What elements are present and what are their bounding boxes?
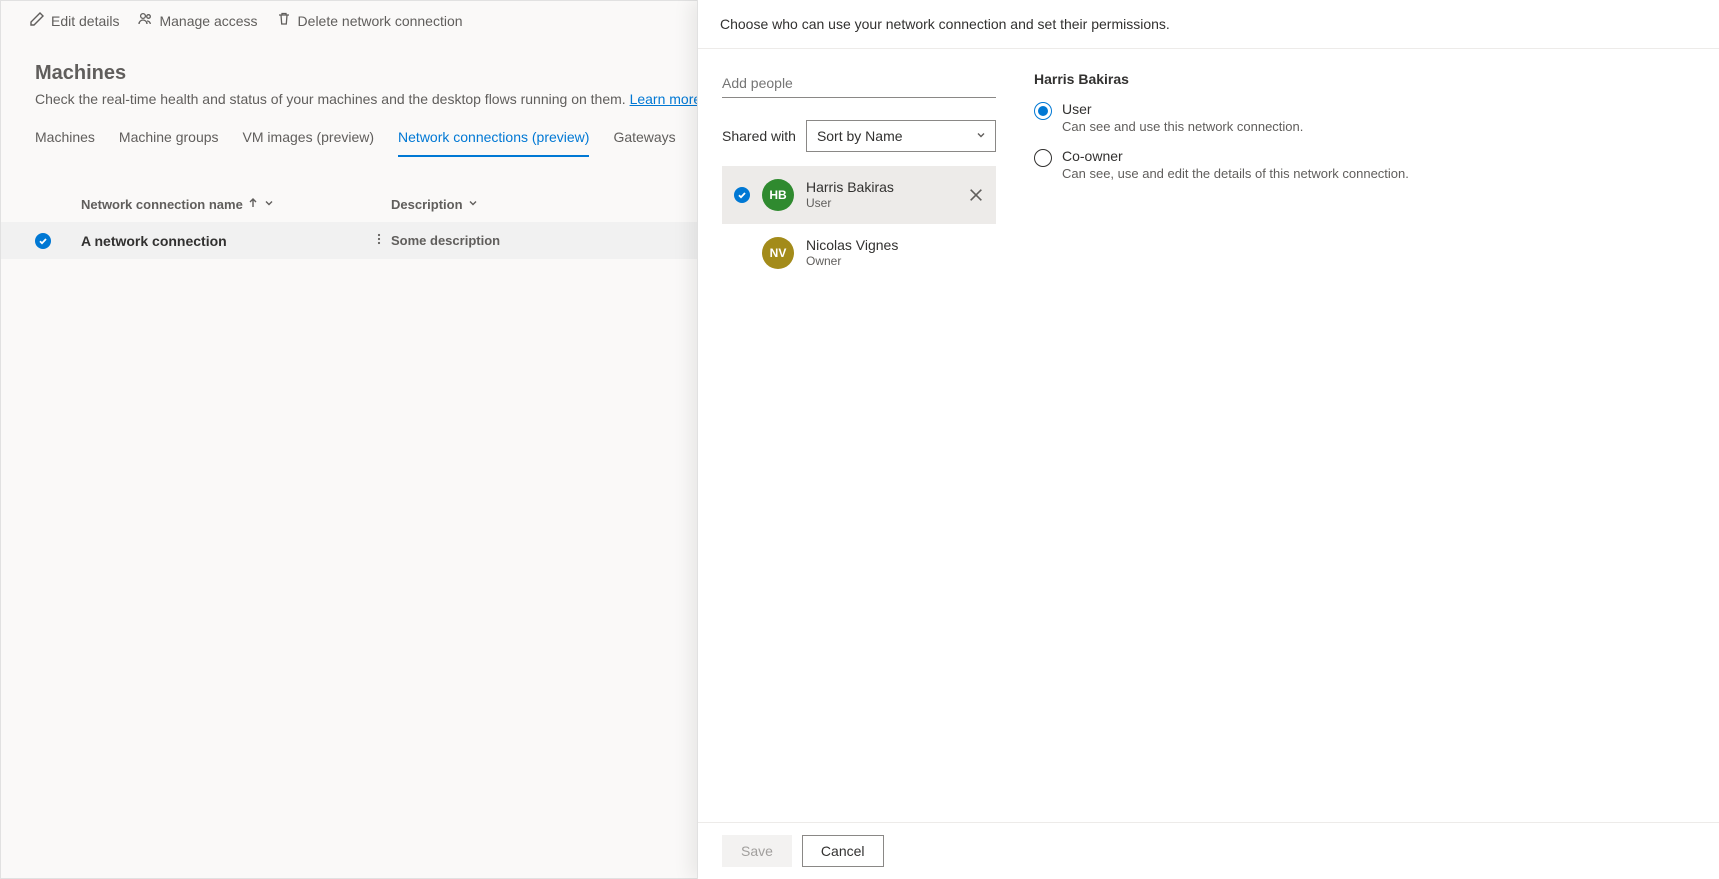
- tab-vm-images[interactable]: VM images (preview): [243, 121, 374, 157]
- tab-network-connections[interactable]: Network connections (preview): [398, 121, 589, 157]
- page-subtitle-text: Check the real-time health and status of…: [35, 91, 630, 107]
- chevron-down-icon: [975, 128, 987, 144]
- edit-details-button[interactable]: Edit details: [29, 11, 119, 30]
- person-item[interactable]: HB Harris Bakiras User: [722, 166, 996, 224]
- radio-button[interactable]: [1034, 149, 1052, 167]
- panel-permissions-column: Harris Bakiras User Can see and use this…: [1008, 49, 1719, 822]
- row-name: A network connection: [81, 233, 363, 249]
- sort-value: Sort by Name: [817, 128, 903, 144]
- person-name: Nicolas Vignes: [806, 236, 984, 254]
- person-role: User: [806, 196, 956, 212]
- permission-label: User: [1062, 101, 1303, 117]
- manage-access-label: Manage access: [159, 13, 257, 29]
- permission-option-coowner[interactable]: Co-owner Can see, use and edit the detai…: [1034, 148, 1695, 181]
- chevron-down-icon: [467, 197, 479, 212]
- sort-dropdown[interactable]: Sort by Name: [806, 120, 996, 152]
- person-selected-icon: [734, 187, 750, 203]
- panel-people-column: Shared with Sort by Name HB Harris Bakir…: [698, 49, 1008, 822]
- cancel-button[interactable]: Cancel: [802, 835, 884, 867]
- row-description: Some description: [391, 233, 500, 248]
- row-checkbox[interactable]: [35, 233, 51, 249]
- person-item[interactable]: NV Nicolas Vignes Owner: [722, 224, 996, 282]
- avatar: HB: [762, 179, 794, 211]
- manage-access-panel: Choose who can use your network connecti…: [697, 0, 1719, 879]
- delete-connection-label: Delete network connection: [298, 13, 463, 29]
- edit-details-label: Edit details: [51, 13, 119, 29]
- tab-machine-groups[interactable]: Machine groups: [119, 121, 219, 157]
- sort-asc-icon: [247, 197, 259, 212]
- trash-icon: [276, 11, 292, 30]
- save-button[interactable]: Save: [722, 835, 792, 867]
- manage-access-button[interactable]: Manage access: [137, 11, 257, 30]
- column-description-label: Description: [391, 197, 463, 212]
- delete-connection-button[interactable]: Delete network connection: [276, 11, 463, 30]
- add-people-input[interactable]: [722, 69, 996, 98]
- people-icon: [137, 11, 153, 30]
- learn-more-link[interactable]: Learn more: [630, 91, 702, 107]
- row-more-button[interactable]: [367, 232, 391, 249]
- selected-person-name: Harris Bakiras: [1034, 71, 1695, 87]
- column-name-header[interactable]: Network connection name: [81, 197, 391, 212]
- tab-gateways[interactable]: Gateways: [613, 121, 675, 157]
- panel-footer: Save Cancel: [698, 822, 1719, 879]
- permission-option-user[interactable]: User Can see and use this network connec…: [1034, 101, 1695, 134]
- person-role: Owner: [806, 254, 984, 270]
- permission-description: Can see, use and edit the details of thi…: [1062, 166, 1409, 181]
- people-list: HB Harris Bakiras User NV Nicolas Vignes…: [722, 166, 996, 282]
- chevron-down-icon: [263, 197, 275, 212]
- panel-instruction: Choose who can use your network connecti…: [698, 0, 1719, 49]
- edit-icon: [29, 11, 45, 30]
- shared-with-label: Shared with: [722, 128, 796, 144]
- remove-person-button[interactable]: [968, 187, 984, 203]
- permission-label: Co-owner: [1062, 148, 1409, 164]
- radio-button[interactable]: [1034, 102, 1052, 120]
- column-name-label: Network connection name: [81, 197, 243, 212]
- person-name: Harris Bakiras: [806, 178, 956, 196]
- avatar: NV: [762, 237, 794, 269]
- tab-machines[interactable]: Machines: [35, 121, 95, 157]
- permission-description: Can see and use this network connection.: [1062, 119, 1303, 134]
